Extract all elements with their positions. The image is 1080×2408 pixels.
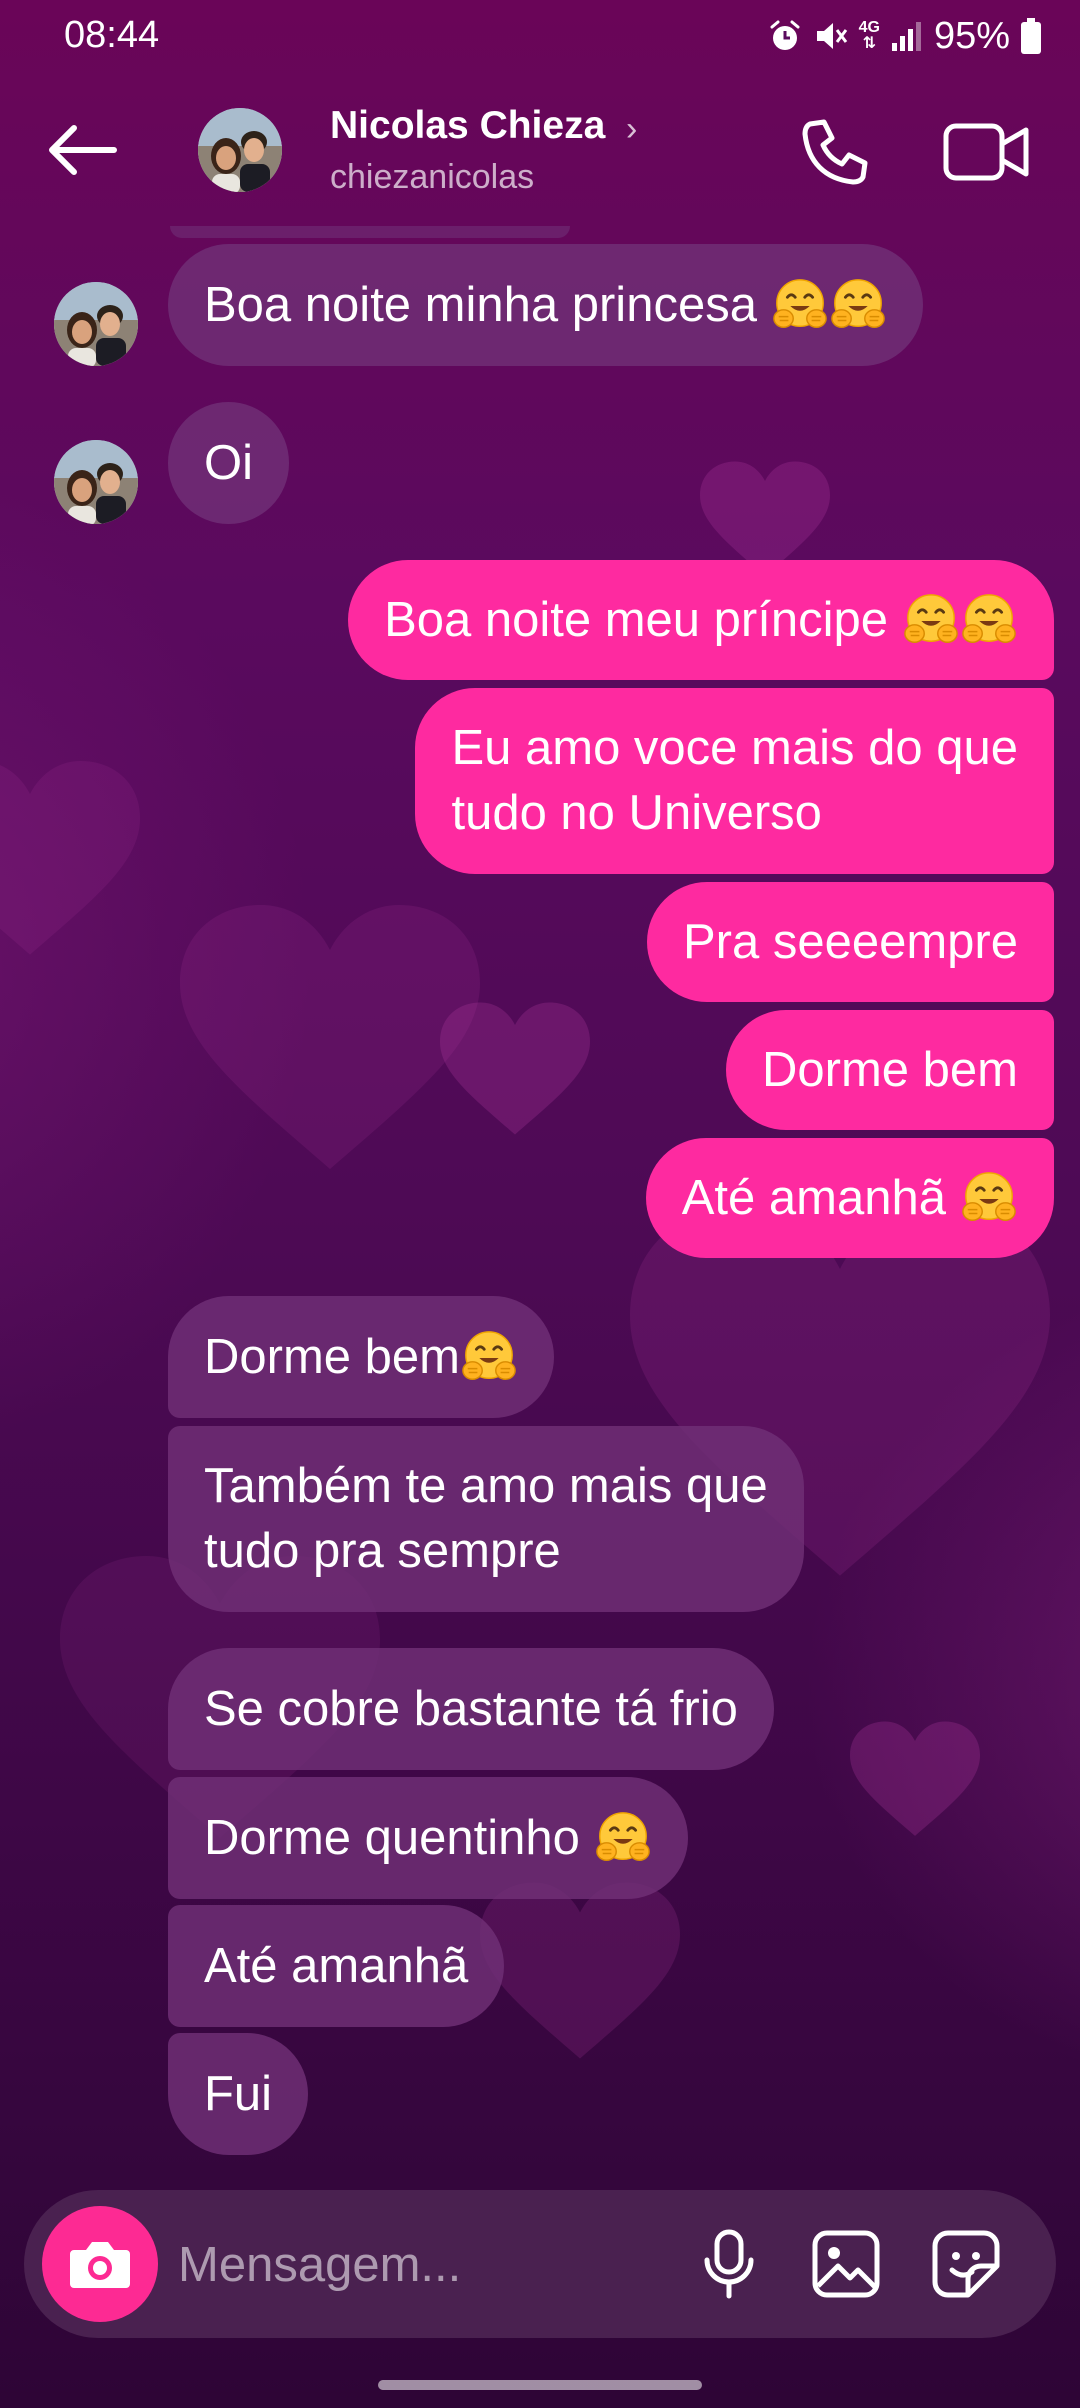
message-text: Até amanhã [204,1938,469,1993]
hugging-face-emoji-icon [594,1809,652,1867]
gallery-icon [812,2230,880,2298]
voice-call-button[interactable] [796,116,868,188]
status-bar: 08:44 4G ⇅ 95% [0,0,1080,72]
message-text: Dorme quentinho [204,1810,580,1865]
message-text-line: Também te amo mais que [204,1459,768,1513]
message-bubble-incoming[interactable]: Até amanhã [168,1905,505,2027]
battery-percentage: 95% [933,14,1010,57]
microphone-icon [704,2229,754,2299]
background-heart-icon [850,1720,980,1840]
background-heart-icon [0,760,140,960]
message-text: Até amanhã [681,1170,946,1225]
message-text: Se cobre bastante tá frio [204,1681,738,1736]
signal-icon [890,19,924,53]
mute-icon [813,18,849,54]
sender-avatar[interactable] [54,440,138,524]
home-indicator[interactable] [378,2380,702,2390]
message-text: Pra seeeempre [682,914,1018,969]
chat-screen: 08:44 4G ⇅ 95% Nicolas Chieza › chiezani… [0,0,1080,2408]
network-4g-icon: 4G ⇅ [858,19,880,52]
message-text-line: tudo pra sempre [204,1524,561,1578]
background-heart-icon [480,1880,680,2065]
background-heart-icon [180,900,480,1180]
hugging-face-emoji-icon [902,591,960,649]
message-bubble-incoming[interactable]: Dorme bem [168,1296,554,1418]
sticker-icon [932,2230,1000,2298]
gallery-button[interactable] [810,2228,882,2300]
message-bubble-incoming[interactable]: Também te amo mais que tudo pra sempre [168,1426,804,1612]
message-bubble-outgoing[interactable]: Até amanhã [645,1138,1054,1258]
status-time: 08:44 [64,14,160,56]
message-bubble-incoming[interactable]: Se cobre bastante tá frio [168,1648,774,1770]
message-bubble-incoming[interactable]: Dorme quentinho [168,1777,688,1899]
message-text: Dorme bem [204,1329,460,1384]
microphone-button[interactable] [694,2228,764,2300]
message-text: Boa noite minha princesa [204,277,757,332]
battery-icon [1020,17,1042,55]
camera-icon [70,2242,130,2288]
sticker-button[interactable] [930,2228,1002,2300]
back-button[interactable] [44,120,124,180]
message-text: Fui [204,2066,273,2121]
contact-name[interactable]: Nicolas Chieza [330,104,605,148]
message-text: Boa noite meu príncipe [384,592,888,647]
message-composer [24,2190,1056,2338]
message-text: Oi [204,435,253,490]
hugging-face-emoji-icon [829,276,887,334]
contact-username[interactable]: chiezanicolas [330,158,534,197]
network-label: 4G [858,19,880,36]
hugging-face-emoji-icon [771,276,829,334]
message-bubble-incoming[interactable]: Oi [168,402,289,524]
phone-icon [802,119,868,185]
hugging-face-emoji-icon [960,591,1018,649]
sender-avatar[interactable] [54,282,138,366]
chat-header: Nicolas Chieza › chiezanicolas [0,90,1080,210]
camera-button[interactable] [42,2206,158,2322]
message-text: Dorme bem [762,1042,1018,1097]
message-bubble-outgoing[interactable]: Eu amo voce mais do que tudo no Universo [415,688,1054,874]
hugging-face-emoji-icon [460,1328,518,1386]
message-bubble-outgoing[interactable]: Dorme bem [726,1010,1054,1130]
message-bubble-incoming[interactable]: Boa noite minha princesa [168,244,923,366]
contact-avatar[interactable] [198,108,282,192]
video-call-button[interactable] [942,116,1032,188]
message-text-line: tudo no Universo [451,786,822,840]
previous-message-edge [170,226,570,238]
message-bubble-outgoing[interactable]: Pra seeeempre [646,882,1054,1002]
video-camera-icon [943,123,1029,181]
back-arrow-icon [49,125,117,175]
message-input[interactable] [178,2230,648,2300]
message-bubble-outgoing[interactable]: Boa noite meu príncipe [348,560,1054,680]
message-text-line: Eu amo voce mais do que [451,721,1018,775]
hugging-face-emoji-icon [960,1169,1018,1227]
chevron-right-icon[interactable]: › [626,110,637,149]
message-bubble-incoming[interactable]: Fui [168,2033,309,2155]
background-heart-icon [440,1000,590,1140]
alarm-icon [767,18,803,54]
status-icons: 4G ⇅ 95% [767,14,1042,58]
